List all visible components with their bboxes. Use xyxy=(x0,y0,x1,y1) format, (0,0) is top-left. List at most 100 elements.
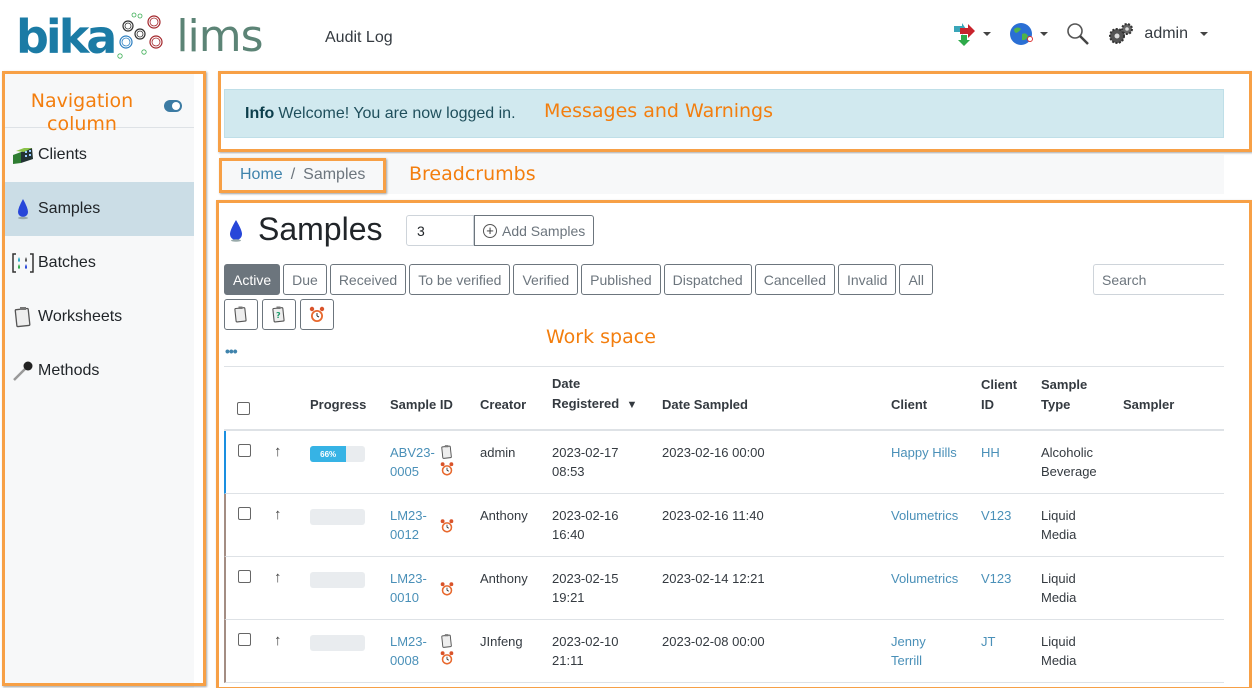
client-link[interactable]: Jenny Terrill xyxy=(891,632,926,670)
table-row[interactable]: ↑ LM23- 0008 JInfeng 2023-02-10 21:11 2023-02-… xyxy=(224,620,1224,683)
drop-icon xyxy=(11,197,35,221)
sidebar-toggle[interactable] xyxy=(164,100,182,112)
row-checkbox[interactable] xyxy=(238,570,251,583)
breadcrumb-home[interactable]: Home xyxy=(240,166,283,183)
type-line: Beverage xyxy=(1041,464,1097,479)
annotation-workspace: Work space xyxy=(546,326,656,348)
sample-type-cell: Liquid Media xyxy=(1041,506,1076,544)
sidebar-item-clients[interactable]: Clients xyxy=(3,128,194,182)
arrow-up-icon[interactable]: ↑ xyxy=(274,506,282,523)
arrow-up-icon[interactable]: ↑ xyxy=(274,569,282,586)
column-sampler[interactable]: Sampler xyxy=(1123,395,1174,415)
sample-type-cell: Alcoholic Beverage xyxy=(1041,443,1097,481)
filter-received[interactable]: Received xyxy=(329,264,407,295)
more-filters-toggle[interactable]: ••• xyxy=(225,343,238,359)
date-line: 2023-02-15 xyxy=(552,571,619,586)
row-checkbox[interactable] xyxy=(238,633,251,646)
sample-id-line: 0008 xyxy=(390,653,419,668)
column-sample-id[interactable]: Sample ID xyxy=(390,395,453,415)
filter-active[interactable]: Active xyxy=(224,264,281,295)
client-id-link[interactable]: JT xyxy=(981,632,995,651)
date-line: 2023-02-17 xyxy=(552,445,619,460)
review-state-filters: Active Due Received To be verified Verif… xyxy=(224,264,934,295)
chevron-down-icon xyxy=(1040,32,1049,36)
sample-id-link[interactable]: LM23- 0010 xyxy=(390,569,427,607)
alarm-clock-icon xyxy=(440,582,454,596)
column-label-line1: Date xyxy=(552,376,581,391)
column-date-registered[interactable]: Date Registered ▼ xyxy=(552,374,637,415)
date-line: 2023-02-10 xyxy=(552,634,619,649)
sidebar-item-methods[interactable]: Methods xyxy=(3,344,194,398)
sidebar-item-worksheets[interactable]: Worksheets xyxy=(3,290,194,344)
client-line: Happy Hills xyxy=(891,445,957,460)
logo-lims-text: lims xyxy=(176,11,263,62)
column-label-line1: Sample xyxy=(1041,377,1088,392)
time-line: 19:21 xyxy=(552,590,585,605)
filter-dispatched[interactable]: Dispatched xyxy=(663,264,752,295)
sample-id-link[interactable]: LM23- 0008 xyxy=(390,632,427,670)
column-progress[interactable]: Progress xyxy=(310,395,366,415)
progress-fill: 66% xyxy=(310,446,347,462)
breadcrumb-current: Samples xyxy=(303,166,366,183)
date-sampled-cell: 2023-02-16 00:00 xyxy=(662,445,765,460)
client-line: Jenny xyxy=(891,634,926,649)
filter-all[interactable]: All xyxy=(899,264,934,295)
arrows-icon xyxy=(954,23,976,46)
type-line: Media xyxy=(1041,653,1077,668)
filter-due[interactable]: Due xyxy=(283,264,327,295)
column-date-sampled[interactable]: Date Sampled xyxy=(662,395,748,415)
samples-table: Progress Sample ID Creator Date Registere… xyxy=(224,366,1224,683)
row-checkbox[interactable] xyxy=(238,444,251,457)
language-menu[interactable] xyxy=(1009,22,1049,46)
column-sample-type[interactable]: Sample Type xyxy=(1041,375,1087,415)
select-all-checkbox[interactable] xyxy=(237,402,250,415)
column-creator[interactable]: Creator xyxy=(480,395,526,415)
row-checkbox[interactable] xyxy=(238,507,251,520)
add-count-input[interactable] xyxy=(406,215,474,246)
client-link[interactable]: Volumetrics xyxy=(891,506,958,525)
batches-icon xyxy=(11,251,35,275)
filter-published[interactable]: Published xyxy=(581,264,661,295)
date-registered-cell: 2023-02-10 21:11 xyxy=(552,632,619,670)
filter-late-button[interactable] xyxy=(300,299,334,330)
sidebar-item-samples[interactable]: Samples xyxy=(3,182,194,236)
client-link[interactable]: Volumetrics xyxy=(891,569,958,588)
sample-id-link[interactable]: LM23- 0012 xyxy=(390,506,427,544)
annotation-line: column xyxy=(47,112,117,135)
sidebar-item-batches[interactable]: Batches xyxy=(3,236,194,290)
table-row[interactable]: ↑ 66% ABV23- 0005 admin 2023-02-17 08:53 2023-0… xyxy=(224,431,1224,494)
clipboard-question-icon: ? xyxy=(272,306,285,323)
client-id-link[interactable]: V123 xyxy=(981,569,1011,588)
client-line: Volumetrics xyxy=(891,571,959,586)
column-label-line2: ID xyxy=(981,397,994,412)
time-line: 21:11 xyxy=(552,653,584,668)
user-menu[interactable]: admin xyxy=(1144,25,1208,43)
sample-id-link[interactable]: ABV23- 0005 xyxy=(390,443,435,481)
filter-verified[interactable]: Verified xyxy=(513,264,579,295)
client-id-link[interactable]: V123 xyxy=(981,506,1011,525)
filter-to-be-verified[interactable]: To be verified xyxy=(409,264,511,295)
client-link[interactable]: Happy Hills xyxy=(891,443,957,462)
arrow-up-icon[interactable]: ↑ xyxy=(274,443,282,460)
audit-log-link[interactable]: Audit Log xyxy=(325,29,393,47)
filter-unassigned-button[interactable] xyxy=(224,299,258,330)
search-input[interactable] xyxy=(1093,264,1224,295)
add-samples-button[interactable]: + Add Samples xyxy=(474,215,595,246)
arrow-up-icon[interactable]: ↑ xyxy=(274,632,282,649)
client-id-link[interactable]: HH xyxy=(981,443,1000,462)
filter-unverified-button[interactable]: ? xyxy=(262,299,296,330)
column-client[interactable]: Client xyxy=(891,395,927,415)
sample-id-line: LM23- xyxy=(390,508,427,523)
filter-invalid[interactable]: Invalid xyxy=(837,264,897,295)
bika-lims-logo[interactable]: bika lims xyxy=(16,11,264,62)
column-client-id[interactable]: Client ID xyxy=(981,375,1017,415)
date-registered-cell: 2023-02-16 16:40 xyxy=(552,506,619,544)
site-setup-button[interactable] xyxy=(1108,22,1134,46)
transitions-menu[interactable] xyxy=(952,22,992,46)
sidebar-item-label: Worksheets xyxy=(38,308,123,325)
date-sampled-cell: 2023-02-14 12:21 xyxy=(662,571,765,586)
table-row[interactable]: ↑ LM23- 0012 Anthony 2023-02-16 16:40 2023-02-… xyxy=(224,494,1224,557)
search-button[interactable] xyxy=(1066,22,1090,46)
table-row[interactable]: ↑ LM23- 0010 Anthony 2023-02-15 19:21 2023-02-… xyxy=(224,557,1224,620)
filter-cancelled[interactable]: Cancelled xyxy=(754,264,835,295)
